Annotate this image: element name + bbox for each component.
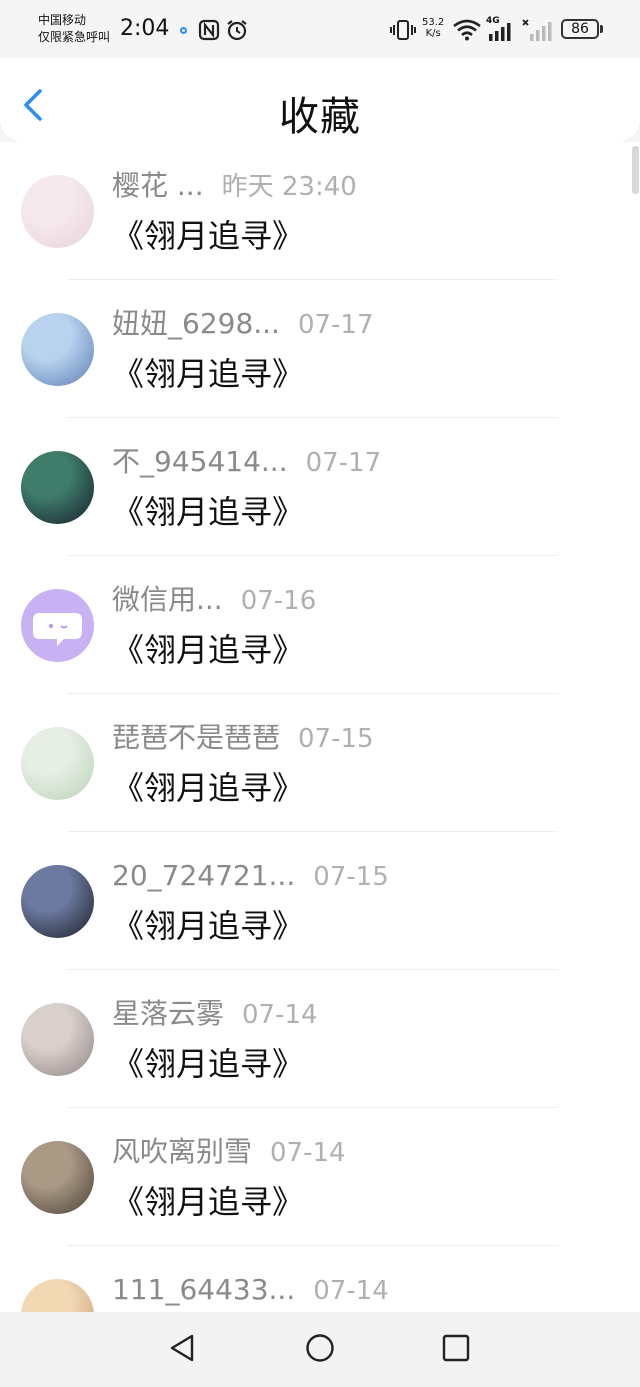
net-speed-unit: K/s [425, 28, 441, 39]
list-item[interactable]: 风吹离别雪 07-14 《翎月追寻》 [0, 1108, 632, 1246]
avatar[interactable] [21, 727, 94, 800]
list-item[interactable]: 琵琶不是琶琶 07-15 《翎月追寻》 [0, 694, 632, 832]
item-title[interactable]: 《翎月追寻》 [112, 1042, 304, 1086]
item-title[interactable]: 《翎月追寻》 [112, 490, 304, 534]
user-name[interactable]: 微信用... [112, 583, 223, 616]
timestamp: 07-14 [242, 1000, 318, 1030]
vibrate-icon [390, 20, 416, 40]
timestamp: 07-16 [240, 586, 317, 616]
user-name[interactable]: 不_945414... [112, 445, 288, 478]
timestamp: 07-14 [313, 1276, 389, 1306]
list-item[interactable]: 妞妞_6298... 07-17 《翎月追寻》 [0, 280, 632, 418]
item-title[interactable]: 《翎月追寻》 [112, 904, 304, 948]
net-speed: 53.2 K/s [422, 17, 444, 39]
square-recents-icon[interactable] [440, 1332, 472, 1364]
timestamp: 07-15 [298, 724, 374, 754]
app-header: 收藏 [0, 58, 640, 142]
timestamp: 昨天 23:40 [221, 172, 357, 202]
triangle-back-icon[interactable] [167, 1332, 199, 1364]
item-title[interactable]: 《翎月追寻》 [112, 352, 304, 396]
avatar[interactable] [21, 1279, 94, 1312]
user-name[interactable]: 星落云雾 [112, 997, 224, 1030]
notification-dot-icon [180, 27, 187, 34]
timestamp: 07-14 [270, 1138, 346, 1168]
item-meta: 星落云雾 07-14 [112, 996, 318, 1036]
item-title[interactable]: 《翎月追寻》 [112, 628, 304, 672]
wifi-icon [453, 19, 481, 41]
user-name[interactable]: 妞妞_6298... [112, 307, 280, 340]
avatar[interactable] [21, 451, 94, 524]
item-meta: 风吹离别雪 07-14 [112, 1134, 346, 1174]
list-item[interactable]: 111_64433...07-14《翎月追寻》 [0, 1246, 632, 1312]
list-item[interactable]: 不_945414... 07-17 《翎月追寻》 [0, 418, 632, 556]
item-meta: 樱花 ... 昨天 23:40 [112, 168, 357, 208]
item-meta: 琵琶不是琶琶 07-15 [112, 720, 374, 760]
carrier-label: 中国移动 仅限紧急呼叫 [38, 12, 110, 46]
avatar[interactable] [21, 1141, 94, 1214]
no-signal-icon [522, 19, 552, 41]
avatar[interactable] [21, 865, 94, 938]
user-name[interactable]: 琵琶不是琶琶 [112, 721, 280, 754]
timestamp: 07-17 [305, 448, 382, 478]
battery-icon: 86 [561, 19, 599, 39]
list-item[interactable]: 20_724721... 07-15 《翎月追寻》 [0, 832, 632, 970]
chat-bubble-icon [33, 613, 82, 646]
circle-home-icon[interactable] [304, 1332, 336, 1364]
user-name[interactable]: 樱花 ... [112, 169, 204, 202]
net-speed-value: 53.2 [422, 17, 445, 28]
item-meta: 微信用... 07-16 [112, 582, 316, 622]
avatar[interactable] [21, 1003, 94, 1076]
timestamp: 07-17 [297, 310, 374, 340]
user-name[interactable]: 风吹离别雪 [112, 1135, 252, 1168]
user-name[interactable]: 111_64433... [112, 1273, 295, 1306]
item-meta: 妞妞_6298... 07-17 [112, 306, 374, 346]
carrier-status: 仅限紧急呼叫 [38, 30, 111, 44]
user-name[interactable]: 20_724721... [112, 859, 295, 892]
page-title: 收藏 [279, 94, 361, 140]
list-item[interactable]: 樱花 ... 昨天 23:40 《翎月追寻》 [0, 142, 632, 280]
alarm-icon [227, 20, 247, 41]
avatar[interactable] [21, 175, 94, 248]
timestamp: 07-15 [313, 862, 389, 892]
nfc-icon [198, 19, 220, 41]
list-item[interactable]: 微信用... 07-16 《翎月追寻》 [0, 556, 632, 694]
system-nav-bar [0, 1312, 640, 1387]
item-meta: 不_945414... 07-17 [112, 444, 381, 484]
avatar[interactable] [21, 589, 94, 662]
item-title[interactable]: 《翎月追寻》 [112, 214, 304, 258]
signal-icon [489, 23, 511, 41]
avatar[interactable] [21, 313, 94, 386]
scrollbar-thumb[interactable] [632, 146, 639, 194]
list-item[interactable]: 星落云雾 07-14 《翎月追寻》 [0, 970, 632, 1108]
item-meta: 111_64433... 07-14 [112, 1272, 389, 1312]
item-title[interactable]: 《翎月追寻》 [112, 766, 304, 810]
status-bar: 中国移动 仅限紧急呼叫 2:04 53.2 K/s 4G 86 [0, 0, 640, 60]
status-time: 2:04 [120, 16, 170, 41]
item-meta: 20_724721... 07-15 [112, 858, 389, 898]
battery-tip [600, 25, 603, 33]
carrier-name: 中国移动 [38, 13, 87, 27]
favorites-list[interactable]: 樱花 ... 昨天 23:40 《翎月追寻》 妞妞_6298... 07-17 《翎月追寻… [0, 142, 640, 1312]
item-title[interactable]: 《翎月追寻》 [112, 1180, 304, 1224]
